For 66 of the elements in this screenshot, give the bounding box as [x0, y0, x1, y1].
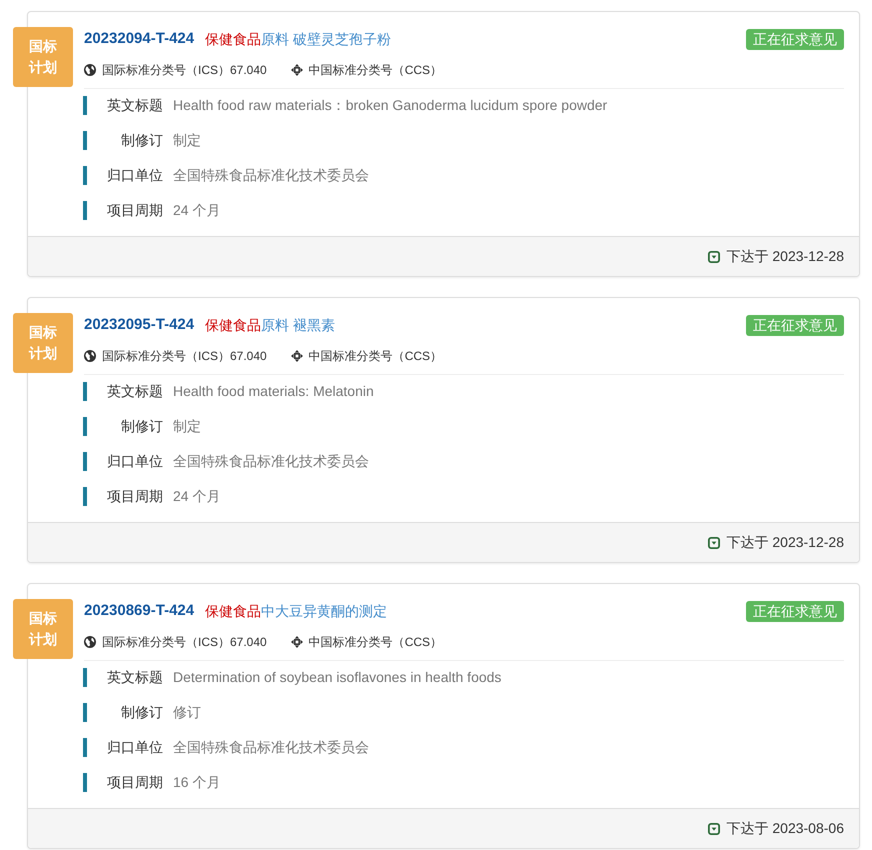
field-label: 制修订 [120, 416, 163, 436]
standard-code-link[interactable]: 20232095-T-424 [84, 314, 194, 336]
standard-title-link[interactable]: 保健食品原料 褪黑素 [205, 314, 335, 336]
ics-classification: 国际标准分类号（ICS）67.040 [102, 348, 267, 365]
ics-classification: 国际标准分类号（ICS）67.040 [102, 634, 267, 651]
issued-date: 下达于 2023-12-28 [726, 247, 844, 266]
field-marker-bar [83, 382, 87, 400]
field-marker-bar [83, 452, 87, 470]
standard-code-link[interactable]: 20230869-T-424 [84, 600, 194, 622]
field-marker-bar [83, 486, 87, 506]
status-badge: 正在征求意见 [746, 28, 844, 50]
field-value: 修订 [173, 702, 201, 722]
globe-icon [84, 350, 96, 362]
globe-icon [84, 64, 96, 76]
field-label: 英文标题 [106, 668, 163, 686]
plan-badge: 国标计划 [13, 313, 73, 373]
field-label: 制修订 [120, 702, 163, 722]
field-marker-bar [83, 772, 87, 792]
caret-down-square-icon [708, 536, 720, 548]
standard-title-link[interactable]: 保健食品中大豆异黄酮的测定 [205, 600, 388, 622]
globe-icon [84, 636, 96, 648]
field-label: 归口单位 [106, 452, 163, 470]
field-value: 全国特殊食品标准化技术委员会 [173, 452, 369, 470]
field-marker-bar [83, 130, 87, 150]
ccs-classification: 中国标准分类号（CCS） [308, 348, 442, 365]
field-marker-bar [83, 200, 87, 220]
field-marker-bar [83, 416, 87, 436]
field-value: 24 个月 [173, 486, 220, 506]
status-badge: 正在征求意见 [746, 314, 844, 336]
field-value: 24 个月 [173, 200, 220, 220]
ccs-classification: 中国标准分类号（CCS） [308, 634, 442, 651]
plan-badge: 国标计划 [13, 599, 73, 659]
field-value: 制定 [173, 130, 201, 150]
field-marker-bar [83, 668, 87, 686]
standard-code-link[interactable]: 20232094-T-424 [84, 28, 194, 50]
ccs-classification: 中国标准分类号（CCS） [308, 62, 442, 79]
field-marker-bar [83, 166, 87, 184]
field-marker-bar [83, 702, 87, 722]
caret-down-square-icon [708, 250, 720, 262]
four-arrows-icon [290, 350, 303, 362]
field-label: 英文标题 [106, 382, 163, 400]
field-marker-bar [83, 96, 87, 114]
field-value: 全国特殊食品标准化技术委员会 [173, 166, 369, 184]
field-value: Determination of soybean isoflavones in health foods [173, 668, 502, 687]
field-value: 全国特殊食品标准化技术委员会 [173, 738, 369, 756]
field-label: 项目周期 [106, 200, 163, 220]
caret-down-square-icon [708, 822, 720, 834]
field-label: 归口单位 [106, 166, 163, 184]
field-value: 制定 [173, 416, 201, 436]
field-label: 归口单位 [106, 738, 163, 756]
field-value: 16 个月 [173, 772, 220, 792]
ics-classification: 国际标准分类号（ICS）67.040 [102, 62, 267, 79]
field-label: 英文标题 [106, 96, 163, 114]
status-badge: 正在征求意见 [746, 600, 844, 622]
standard-title-link[interactable]: 保健食品原料 破壁灵芝孢子粉 [205, 28, 391, 50]
four-arrows-icon [290, 636, 303, 648]
field-label: 制修订 [120, 130, 163, 150]
field-label: 项目周期 [106, 486, 163, 506]
four-arrows-icon [290, 64, 303, 76]
field-value: Health food materials: Melatonin [173, 382, 374, 400]
issued-date: 下达于 2023-08-06 [726, 819, 844, 838]
field-value: Health food raw materials：broken Ganoderma lucidum spore powder [173, 96, 608, 115]
plan-badge: 国标计划 [13, 27, 73, 87]
field-marker-bar [83, 738, 87, 756]
issued-date: 下达于 2023-12-28 [726, 533, 844, 552]
field-label: 项目周期 [106, 772, 163, 792]
